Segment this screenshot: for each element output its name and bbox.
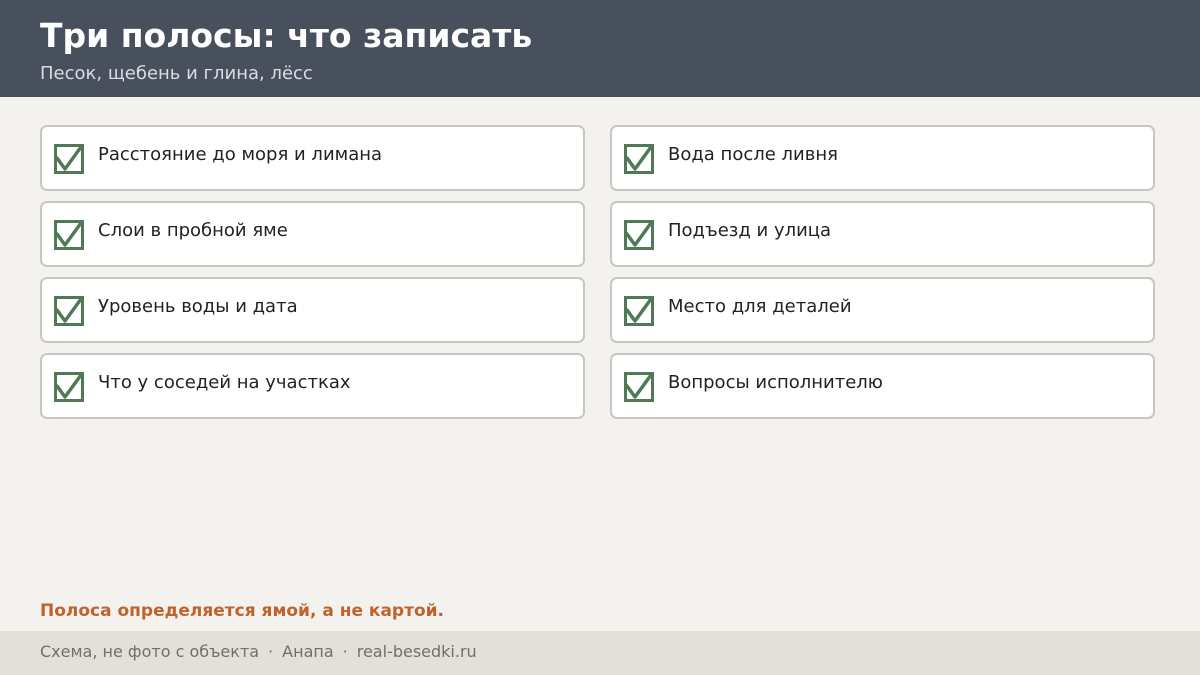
checklist-item-label: Подъезд и улица [668,220,832,241]
checked-checkbox-icon [624,296,654,326]
footer-site-link[interactable]: real-besedki.ru [357,642,477,661]
footer-text: Схема, не фото с объекта · Анапа · real-bese… [40,641,477,663]
checklist-item: Расстояние до моря и лимана [40,125,585,191]
checklist-item-label: Слои в пробной яме [98,220,288,241]
footer-separator: · [268,642,274,661]
checklist-item: Место для деталей [610,277,1155,343]
footer-disclaimer: Схема, не фото с объекта [40,642,260,661]
checked-checkbox-icon [54,144,84,174]
footer-bar: Схема, не фото с объекта · Анапа · real-bese… [0,631,1200,675]
checklist-item-label: Место для деталей [668,296,852,317]
checked-checkbox-icon [54,372,84,402]
footer-separator: · [342,642,348,661]
checklist-item-label: Вода после ливня [668,144,838,165]
checklist-item-label: Уровень воды и дата [98,296,298,317]
checklist-item-label: Расстояние до моря и лимана [98,144,383,165]
page-title: Три полосы: что записать [40,16,533,55]
header-bar: Три полосы: что записать Песок, щебень и… [0,0,1200,97]
checklist-item: Уровень воды и дата [40,277,585,343]
checklist-item: Слои в пробной яме [40,201,585,267]
checked-checkbox-icon [54,296,84,326]
footer-city: Анапа [282,642,334,661]
checklist-item-label: Что у соседей на участках [98,372,351,393]
checked-checkbox-icon [624,372,654,402]
key-note: Полоса определяется ямой, а не картой. [40,601,444,621]
checked-checkbox-icon [624,220,654,250]
checked-checkbox-icon [54,220,84,250]
checklist-item-label: Вопросы исполнителю [668,372,883,393]
checklist-item: Что у соседей на участках [40,353,585,419]
checklist-item: Вода после ливня [610,125,1155,191]
checked-checkbox-icon [624,144,654,174]
checklist-item: Вопросы исполнителю [610,353,1155,419]
checklist-item: Подъезд и улица [610,201,1155,267]
page-subtitle: Песок, щебень и глина, лёсс [40,63,313,84]
